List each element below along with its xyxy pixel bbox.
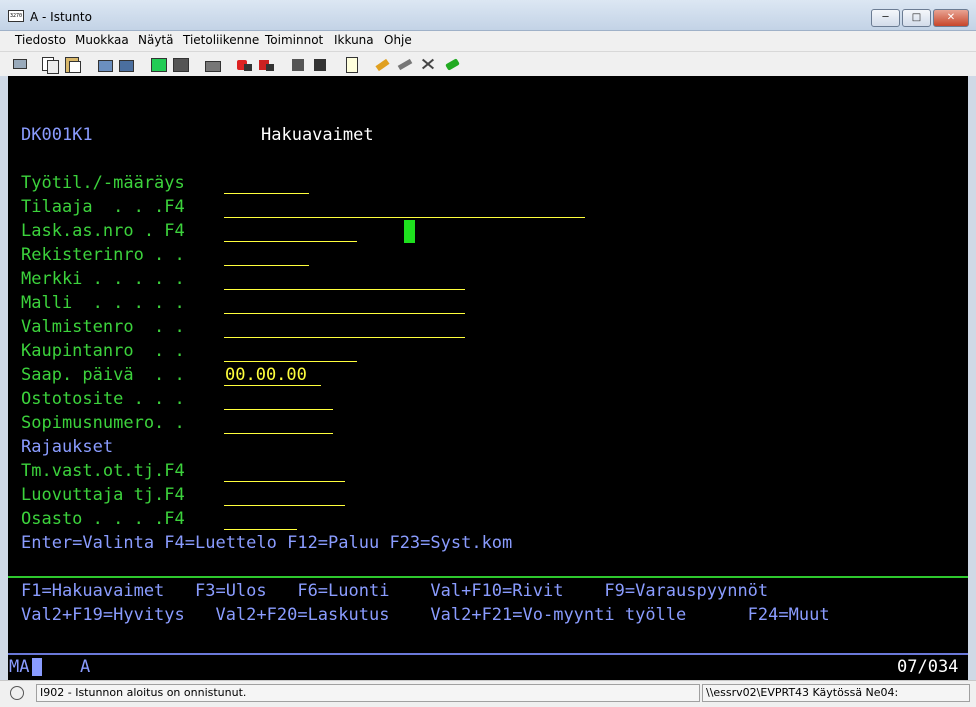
menu-toiminnot[interactable]: Toiminnot	[265, 33, 323, 47]
field-label: Lask.as.nro . F4	[21, 221, 185, 241]
ostotosite-input[interactable]	[224, 409, 333, 410]
field-label: Työtil./-määräys	[21, 173, 185, 193]
clipboard-icon[interactable]	[373, 55, 391, 73]
field-label: Saap. päivä . .	[21, 365, 185, 385]
paste-icon[interactable]	[63, 55, 81, 73]
tyotil-input[interactable]	[224, 193, 309, 194]
connect-icon[interactable]	[311, 55, 329, 73]
play-macro-icon[interactable]	[289, 55, 307, 73]
send-file-icon[interactable]	[96, 55, 114, 73]
oia-indicator: MA	[9, 657, 30, 677]
status-bar: I902 - Istunnon aloitus on onnistunut. \…	[0, 680, 976, 707]
macro-icon[interactable]	[203, 55, 221, 73]
edit-icon[interactable]	[396, 55, 414, 73]
copy-icon[interactable]	[40, 55, 59, 74]
field-label: Ostotosite . . .	[21, 389, 185, 409]
field-label: Valmistenro . .	[21, 317, 185, 337]
disconnect-icon[interactable]	[342, 55, 360, 73]
display-icon[interactable]	[149, 55, 167, 73]
oia-session: A	[80, 657, 91, 677]
saappaiva-input[interactable]: 00.00.00	[225, 365, 307, 385]
field-label: Sopimusnumero. .	[21, 413, 185, 433]
help-icon[interactable]	[443, 55, 461, 73]
merkki-input[interactable]	[224, 289, 465, 290]
status-message: I902 - Istunnon aloitus on onnistunut.	[36, 684, 700, 702]
toolbar	[0, 52, 976, 76]
tmvastottj-input[interactable]	[224, 481, 345, 482]
cursor-position: 07/034	[897, 657, 959, 677]
maximize-button[interactable]: □	[902, 9, 931, 27]
title-bar: 3270 A - Istunto ─ □ ✕	[0, 0, 976, 31]
field-label: Merkki . . . . .	[21, 269, 185, 289]
rekisterinro-input[interactable]	[224, 265, 309, 266]
kaupintanro-input[interactable]	[224, 361, 357, 362]
status-icon	[10, 686, 24, 700]
app-icon: 3270	[8, 10, 24, 22]
section-label: Rajaukset	[21, 437, 114, 457]
connection-info: \\essrv02\EVPRT43 Käytössä Ne04:	[702, 684, 970, 702]
menu-bar: Tiedosto Muokkaa Näytä Tietoliikenne Toi…	[0, 31, 976, 52]
text-cursor	[404, 220, 415, 243]
close-button[interactable]: ✕	[933, 9, 969, 27]
function-keys-line-1: F1=Hakuavaimet F3=Ulos F6=Luonti Val+F10…	[21, 581, 769, 601]
settings-icon[interactable]	[419, 55, 437, 73]
window-title: A - Istunto	[30, 10, 92, 24]
minimize-button[interactable]: ─	[871, 9, 900, 27]
field-label: Tm.vast.ot.tj.F4	[21, 461, 185, 481]
osasto-input[interactable]	[224, 529, 297, 530]
separator-blue	[8, 653, 968, 655]
laskasnro-input[interactable]	[224, 241, 357, 242]
malli-input[interactable]	[224, 313, 465, 314]
valmistenro-input[interactable]	[224, 337, 465, 338]
stop-macro-icon[interactable]	[257, 55, 275, 73]
field-label: Osasto . . . .F4	[21, 509, 185, 529]
field-label: Kaupintanro . .	[21, 341, 185, 361]
menu-nayta[interactable]: Näytä	[138, 33, 174, 47]
keypad-icon[interactable]	[171, 55, 189, 73]
receive-file-icon[interactable]	[117, 55, 135, 73]
menu-tiedosto[interactable]: Tiedosto	[15, 33, 66, 47]
print-screen-icon[interactable]	[11, 55, 29, 73]
luovuttaja-input[interactable]	[224, 505, 345, 506]
menu-ikkuna[interactable]: Ikkuna	[334, 33, 374, 47]
sopimusnumero-input[interactable]	[224, 433, 333, 434]
menu-ohje[interactable]: Ohje	[384, 33, 412, 47]
tilaaja-input[interactable]	[224, 217, 585, 218]
field-label: Tilaaja . . .F4	[21, 197, 185, 217]
field-label: Rekisterinro . .	[21, 245, 185, 265]
enter-help-line: Enter=Valinta F4=Luettelo F12=Paluu F23=…	[21, 533, 513, 553]
program-id: DK001K1	[21, 125, 93, 145]
function-keys-line-2: Val2+F19=Hyvitys Val2+F20=Laskutus Val2+…	[21, 605, 830, 625]
menu-muokkaa[interactable]: Muokkaa	[75, 33, 129, 47]
field-label: Malli . . . . .	[21, 293, 185, 313]
screen-heading: Hakuavaimet	[261, 125, 374, 145]
record-macro-icon[interactable]	[235, 55, 253, 73]
terminal-screen[interactable]: DK001K1 Hakuavaimet Työtil./-määräys Til…	[8, 76, 968, 680]
separator-green	[8, 576, 968, 578]
field-label: Luovuttaja tj.F4	[21, 485, 185, 505]
oia-block	[32, 658, 42, 676]
menu-tietoliikenne[interactable]: Tietoliikenne	[183, 33, 259, 47]
saappaiva-underline	[224, 385, 321, 386]
